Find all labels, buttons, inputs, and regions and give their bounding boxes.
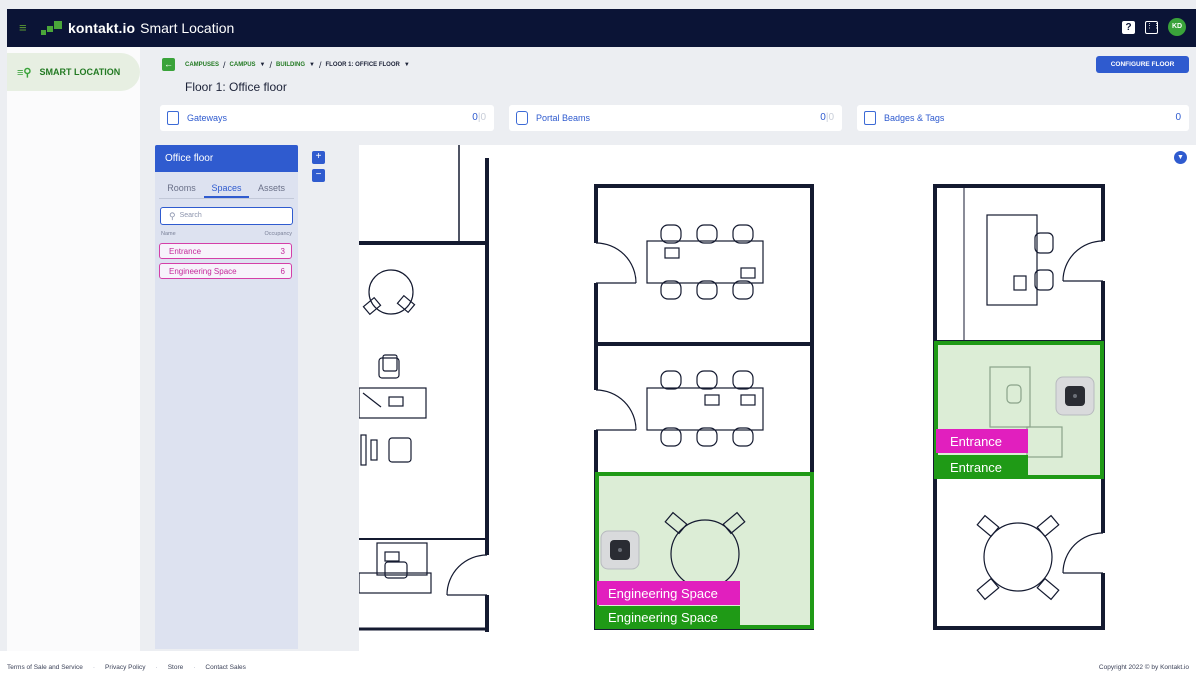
panel-header: Office floor — [155, 145, 298, 172]
panel-tabs: Rooms Spaces Assets — [159, 179, 294, 199]
gateway-device-icon — [1055, 376, 1095, 416]
top-bar: ≡ kontakt.io Smart Location ? ⋮⋮ KD — [7, 9, 1196, 47]
app-root: ≡ kontakt.io Smart Location ? ⋮⋮ KD ≡⚲ S… — [0, 0, 1196, 683]
floor-plan-svg: Entrance Entrance Engineering Space Engi… — [359, 145, 1107, 632]
floor-panel: Office floor Rooms Spaces Assets ⚲ Searc… — [155, 145, 298, 649]
kontakt-logo-icon — [41, 20, 63, 36]
portal-beam-icon — [516, 111, 528, 125]
space-name: Entrance — [169, 246, 202, 256]
breadcrumb-campus[interactable]: CAMPUS — [230, 62, 256, 68]
breadcrumb-separator: / — [318, 60, 322, 70]
stat-value: 0|0 — [820, 112, 834, 123]
zoom-in-button[interactable]: + — [312, 151, 325, 164]
breadcrumb-floor[interactable]: FLOOR 1: OFFICE FLOOR — [325, 62, 399, 68]
sidebar-item-smart-location[interactable]: ≡⚲ SMART LOCATION — [7, 53, 140, 91]
entrance-label-magenta: Entrance — [950, 434, 1002, 449]
logo[interactable]: kontakt.io Smart Location — [41, 20, 234, 36]
tab-assets[interactable]: Assets — [249, 179, 294, 198]
copyright: Copyright 2022 © by Kontakt.io — [1098, 663, 1189, 671]
search-placeholder: Search — [179, 212, 202, 219]
app-grid-icon[interactable]: ⋮⋮ — [1145, 20, 1160, 34]
app-title: Smart Location — [140, 20, 235, 36]
breadcrumb: CAMPUSES / CAMPUS ▼ / BUILDING ▼ / FLOOR… — [185, 60, 410, 70]
sidebar-item-label: SMART LOCATION — [39, 67, 121, 77]
gateway-device-icon — [600, 530, 640, 570]
brand-name: kontakt.io — [68, 20, 136, 36]
stat-value: 0|0 — [472, 112, 486, 123]
footer-links: Terms of Sale and Service · Privacy Poli… — [7, 664, 246, 671]
gateway-icon — [167, 111, 179, 125]
list-item[interactable]: Engineering Space 6 — [159, 263, 292, 279]
map-pin-list-icon: ≡⚲ — [17, 66, 32, 79]
stat-label: Badges & Tags — [884, 113, 945, 123]
chevron-down-icon[interactable]: ▼ — [260, 62, 266, 68]
footer: Terms of Sale and Service · Privacy Poli… — [0, 651, 1196, 683]
tab-rooms[interactable]: Rooms — [159, 179, 204, 198]
chevron-down-icon[interactable]: ▼ — [309, 62, 315, 68]
space-occupancy: 3 — [280, 246, 285, 256]
column-header: Name Occupancy — [161, 231, 292, 237]
stat-gateways[interactable]: Gateways 0|0 — [160, 105, 494, 131]
tab-spaces[interactable]: Spaces — [204, 179, 249, 198]
breadcrumb-separator: / — [269, 60, 273, 70]
footer-link-privacy[interactable]: Privacy Policy — [105, 664, 145, 671]
footer-link-terms[interactable]: Terms of Sale and Service — [7, 664, 83, 671]
badge-tag-icon — [864, 111, 876, 125]
stat-portal-beams[interactable]: Portal Beams 0|0 — [509, 105, 842, 131]
engineering-label-green: Engineering Space — [608, 610, 718, 625]
col-name: Name — [161, 231, 176, 237]
back-arrow-icon[interactable]: ← — [162, 58, 175, 71]
stat-label: Portal Beams — [536, 113, 591, 123]
search-input[interactable]: ⚲ Search — [160, 207, 293, 225]
footer-separator: · — [155, 663, 158, 671]
list-item[interactable]: Entrance 3 — [159, 243, 292, 259]
filter-icon[interactable]: ▼ — [1174, 151, 1187, 164]
footer-link-contact[interactable]: Contact Sales — [205, 664, 245, 671]
breadcrumb-campuses[interactable]: CAMPUSES — [185, 62, 219, 68]
help-icon[interactable]: ? — [1122, 20, 1135, 34]
zoom-out-button[interactable]: − — [312, 169, 325, 182]
stat-label: Gateways — [187, 113, 228, 123]
page-title: Floor 1: Office floor — [185, 80, 287, 94]
space-name: Engineering Space — [169, 266, 237, 276]
engineering-label-magenta: Engineering Space — [608, 586, 718, 601]
avatar[interactable]: KD — [1168, 18, 1186, 36]
menu-toggle-icon[interactable]: ≡ — [19, 21, 33, 34]
sidebar: ≡⚲ SMART LOCATION — [7, 47, 140, 651]
stat-badges-tags[interactable]: Badges & Tags 0 — [857, 105, 1189, 131]
stat-value: 0 — [1175, 112, 1181, 123]
space-occupancy: 6 — [280, 266, 285, 276]
search-icon: ⚲ — [169, 211, 176, 221]
floor-plan-map[interactable]: Entrance Entrance Engineering Space Engi… — [359, 145, 1196, 652]
col-occupancy: Occupancy — [264, 231, 292, 237]
breadcrumb-separator: / — [223, 60, 226, 70]
footer-link-store[interactable]: Store — [168, 664, 184, 671]
entrance-label-green: Entrance — [950, 460, 1002, 475]
configure-floor-button[interactable]: CONFIGURE FLOOR — [1096, 56, 1189, 73]
footer-separator: · — [193, 663, 196, 671]
breadcrumb-building[interactable]: BUILDING — [276, 62, 305, 68]
footer-separator: · — [92, 663, 96, 671]
main-content: ← CAMPUSES / CAMPUS ▼ / BUILDING ▼ / FLO… — [140, 47, 1196, 652]
chevron-down-icon[interactable]: ▼ — [404, 62, 410, 68]
topbar-actions: ? ⋮⋮ KD — [1122, 18, 1186, 36]
